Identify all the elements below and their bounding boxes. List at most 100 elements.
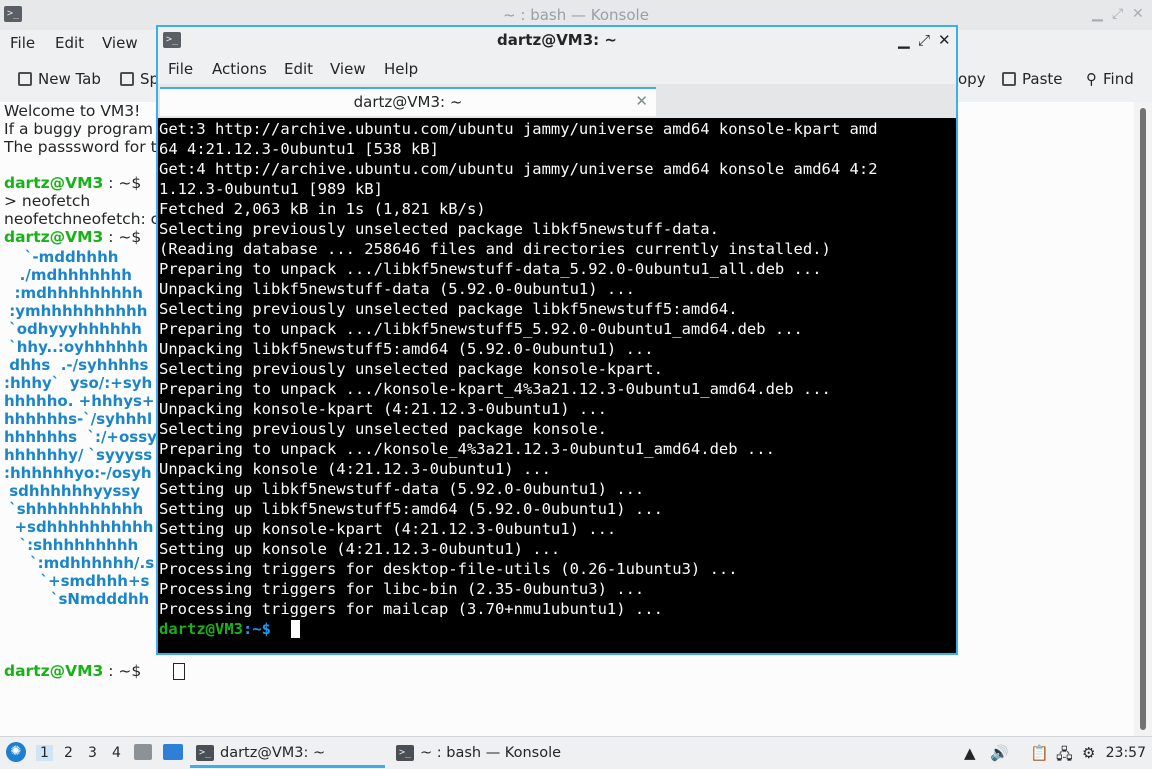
split-icon: [120, 72, 134, 86]
art-line: `hhy..:oyhhhhhh: [4, 338, 149, 356]
art-line: `+smdhhh+s: [4, 572, 150, 590]
prompt-user: dartz@VM3: [4, 228, 104, 246]
foreground-konsole-window[interactable]: >_ dartz@VM3: ~ ▁ ⤢ ✕ File Actions Edit …: [156, 25, 958, 655]
app-launcher-icon[interactable]: ✺: [6, 742, 26, 762]
workspace-4[interactable]: 4: [112, 745, 121, 761]
terminal-line: Get:3 http://archive.ubuntu.com/ubuntu j…: [159, 120, 878, 138]
terminal-icon: >_: [396, 744, 414, 761]
terminal-cursor: [291, 620, 300, 638]
maximize-icon[interactable]: ⤢: [1112, 6, 1123, 22]
menu-actions[interactable]: Actions: [212, 60, 267, 78]
task-bg-konsole[interactable]: >_ ~ : bash — Konsole: [396, 737, 561, 768]
menu-view[interactable]: View: [330, 60, 366, 78]
prompt-line: dartz@VM3:~$: [159, 620, 271, 638]
prompt-line: dartz@VM3 : ~$: [4, 174, 146, 192]
terminal-line: Unpacking libkf5newstuff-data (5.92.0-0u…: [159, 280, 635, 298]
terminal-line: Get:4 http://archive.ubuntu.com/ubuntu j…: [159, 160, 878, 178]
minimize-icon[interactable]: ▁: [898, 31, 910, 49]
terminal-line: Selecting previously unselected package …: [159, 220, 719, 238]
art-line: `-mddhhhh: [4, 248, 119, 266]
new-tab-button[interactable]: New Tab: [18, 70, 101, 88]
art-line: `sNmdddhh: [4, 590, 150, 608]
prompt-user: dartz@VM3: [4, 174, 104, 192]
task-fg-konsole[interactable]: >_ dartz@VM3: ~: [196, 737, 325, 768]
terminal-line: > neofetch: [4, 192, 91, 210]
prompt-line: dartz@VM3 : ~$: [4, 228, 146, 246]
network-icon[interactable]: 🖧: [1056, 744, 1073, 769]
terminal-line: Setting up libkf5newstuff5:amd64 (5.92.0…: [159, 500, 663, 518]
art-line: +sdhhhhhhhhhh: [4, 518, 154, 536]
terminal-line: The passsword for t: [4, 138, 157, 156]
clock[interactable]: 23:57: [1106, 745, 1146, 761]
terminal-line: Processing triggers for mailcap (3.70+nm…: [159, 600, 663, 618]
clipboard-icon[interactable]: 📋: [1030, 744, 1049, 762]
terminal-line: Unpacking konsole-kpart (4:21.12.3-0ubun…: [159, 400, 607, 418]
art-line: `:mdhhhhhh/.s: [4, 554, 155, 572]
terminal-line: 1.12.3-0ubuntu1 [989 kB]: [159, 180, 383, 198]
prompt-path: : ~$: [103, 228, 147, 246]
tab-title: dartz@VM3: ~: [353, 93, 463, 111]
tab-close-icon[interactable]: ✕: [635, 92, 648, 110]
close-icon[interactable]: ✕: [1132, 6, 1144, 22]
fg-terminal-area[interactable]: Get:3 http://archive.ubuntu.com/ubuntu j…: [158, 118, 956, 653]
art-line: :mdhhhhhhhhh: [4, 284, 143, 302]
search-icon: ⚲: [1086, 70, 1097, 88]
terminal-line: Selecting previously unselected package …: [159, 420, 607, 438]
notifications-icon[interactable]: ⚙: [1082, 744, 1095, 762]
menu-help[interactable]: Help: [384, 60, 418, 78]
minimize-icon[interactable]: ▁: [1092, 6, 1103, 22]
terminal-line: Selecting previously unselected package …: [159, 360, 663, 378]
art-line: `odhyyyhhhhhh: [4, 320, 142, 338]
find-button[interactable]: ⚲ Find: [1086, 70, 1134, 88]
tab-terminal[interactable]: dartz@VM3: ~ ✕: [160, 87, 656, 116]
menu-view[interactable]: View: [102, 34, 138, 52]
art-line: `:shhhhhhhhh: [4, 536, 139, 554]
terminal-line: Fetched 2,063 kB in 1s (1,821 kB/s): [159, 200, 486, 218]
fg-window-title: dartz@VM3: ~: [497, 31, 617, 49]
fg-titlebar[interactable]: >_ dartz@VM3: ~ ▁ ⤢ ✕: [158, 27, 956, 54]
art-line: :hhhy` yso/:+syh: [4, 374, 153, 392]
volume-icon[interactable]: 🔊: [990, 744, 1009, 762]
new-tab-icon: [18, 72, 32, 86]
terminal-line: Setting up konsole-kpart (4:21.12.3-0ubu…: [159, 520, 617, 538]
menu-file[interactable]: File: [10, 34, 35, 52]
workspace-3[interactable]: 3: [88, 745, 97, 761]
terminal-line: If a buggy program: [4, 120, 153, 138]
menu-file[interactable]: File: [168, 60, 193, 78]
close-icon[interactable]: ✕: [938, 31, 951, 49]
file-manager-icon[interactable]: [134, 744, 152, 760]
prompt-line: dartz@VM3 : ~$: [4, 662, 146, 680]
paste-label: Paste: [1022, 70, 1063, 88]
terminal-line: Setting up libkf5newstuff-data (5.92.0-0…: [159, 480, 645, 498]
show-desktop-icon[interactable]: [163, 744, 183, 760]
art-line: hhhhhhy/ `syyyss: [4, 446, 153, 464]
prompt-user: dartz@VM3: [4, 662, 104, 680]
terminal-line: Processing triggers for libc-bin (2.35-0…: [159, 580, 645, 598]
art-line: `shhhhhhhhhhh: [4, 500, 144, 518]
copy-button[interactable]: opy: [958, 70, 986, 88]
workspace-2[interactable]: 2: [64, 745, 73, 761]
terminal-line: Processing triggers for desktop-file-uti…: [159, 560, 738, 578]
paste-button[interactable]: Paste: [1002, 70, 1063, 88]
bg-terminal-cursor: [173, 663, 185, 680]
tray-expand-icon[interactable]: ▲: [964, 744, 976, 762]
menu-edit[interactable]: Edit: [284, 60, 313, 78]
menu-edit[interactable]: Edit: [55, 34, 84, 52]
art-line: hhhhho. +hhhys+: [4, 392, 155, 410]
prompt-path: : ~$: [103, 662, 147, 680]
terminal-line: Preparing to unpack .../konsole_4%3a21.1…: [159, 440, 775, 458]
paste-icon: [1002, 72, 1016, 86]
art-line: :ymhhhhhhhhhh: [4, 302, 148, 320]
terminal-icon: >_: [196, 744, 214, 761]
bg-scrollbar[interactable]: [1134, 102, 1152, 736]
split-view-button[interactable]: Sp: [120, 70, 159, 88]
art-line: hhhhhhs `:/+ossy: [4, 428, 157, 446]
new-tab-label: New Tab: [38, 70, 101, 88]
workspace-1[interactable]: 1: [36, 745, 53, 761]
prompt-user: dartz@VM3: [159, 620, 243, 638]
scrollbar-thumb[interactable]: [1140, 108, 1146, 730]
prompt-path: :~$: [243, 620, 271, 638]
maximize-icon[interactable]: ⤢: [918, 31, 930, 49]
art-line: :hhhhhhyo:-/osyh: [4, 464, 152, 482]
taskbar: ✺ 1 2 3 4 >_ dartz@VM3: ~ >_ ~ : bash — …: [0, 736, 1152, 768]
